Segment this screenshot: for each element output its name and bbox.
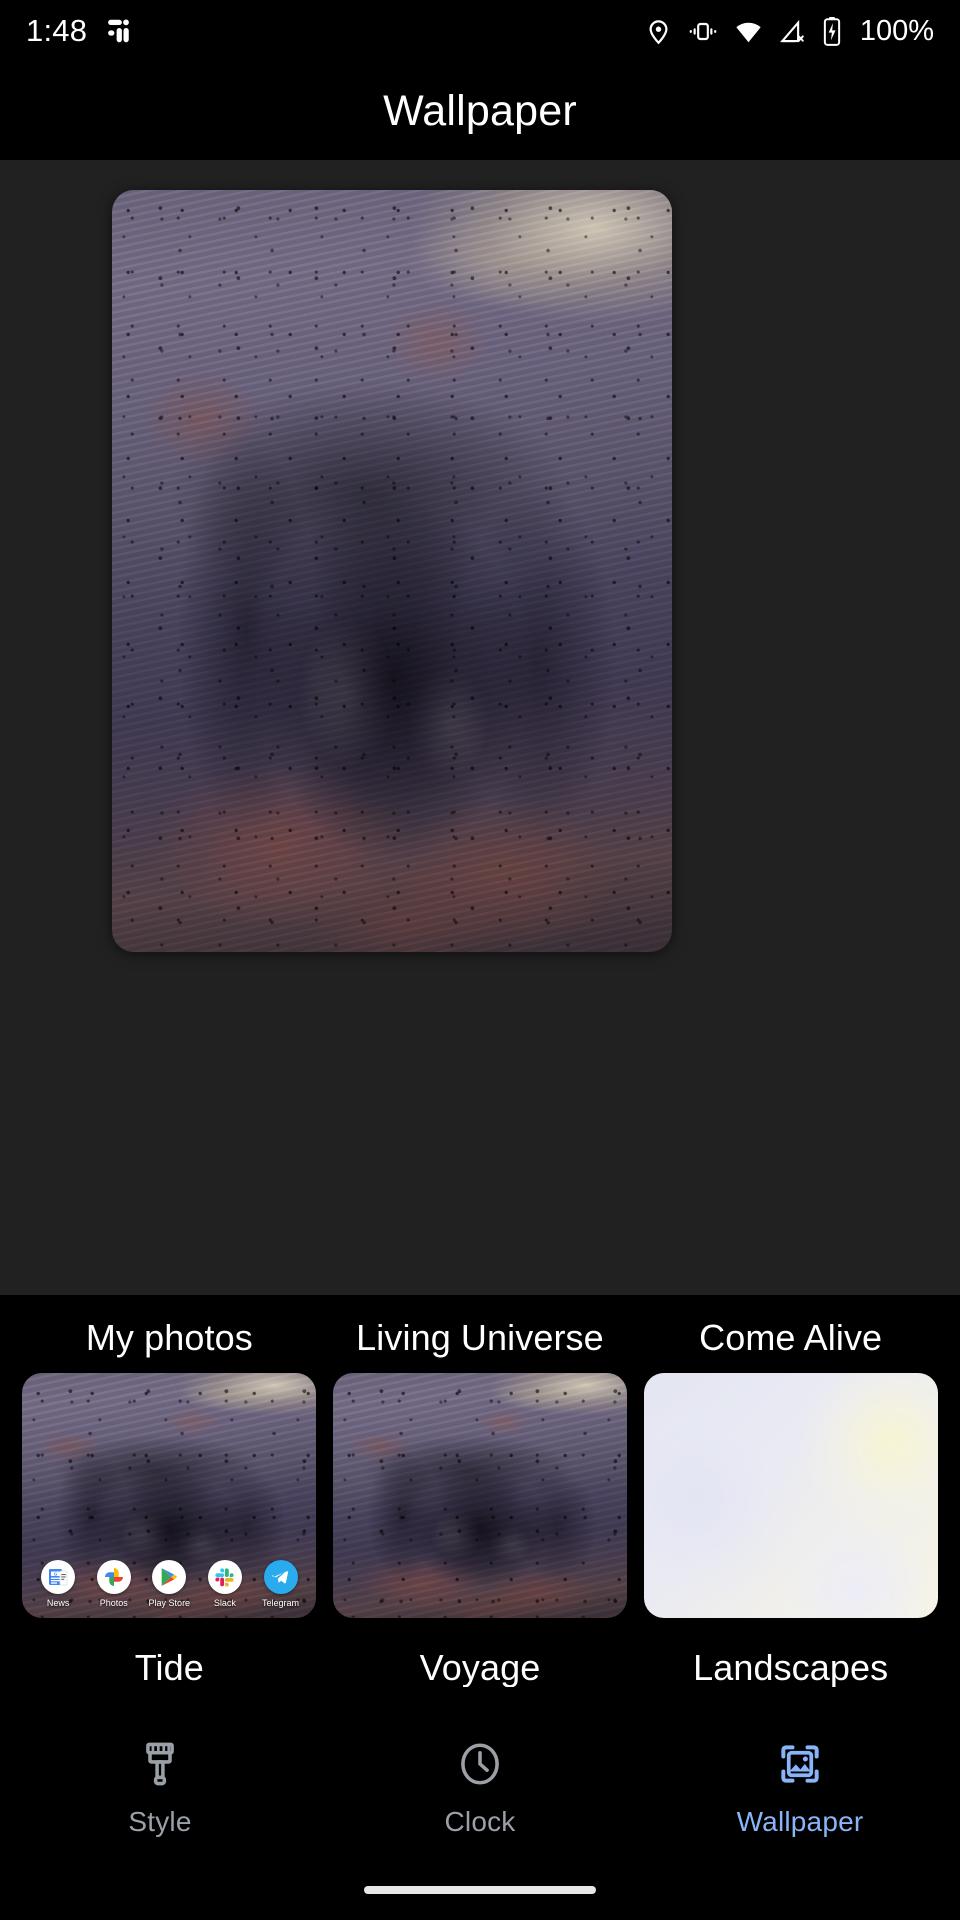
dock-app-label: Telegram (262, 1598, 299, 1608)
category-label-tide[interactable]: Tide (22, 1647, 317, 1687)
bottom-navigation-bar: Style Clock (0, 1718, 960, 1858)
category-label-voyage[interactable]: Voyage (333, 1647, 628, 1687)
dock-app-photos: Photos (90, 1560, 138, 1608)
nav-tab-label: Wallpaper (737, 1806, 864, 1838)
category-label: Come Alive (699, 1317, 882, 1359)
cellular-off-icon (779, 18, 806, 45)
category-living-universe[interactable]: Living Universe (333, 1317, 628, 1618)
status-bar: 1:48 (0, 0, 960, 62)
dock-app-label: News (47, 1598, 70, 1608)
wallpaper-frame-icon (775, 1739, 825, 1794)
nav-tab-label: Style (128, 1806, 191, 1838)
canyon-thumbnail-image (333, 1373, 627, 1618)
page-title: Wallpaper (383, 87, 577, 136)
dock-app-label: Slack (214, 1598, 236, 1608)
nav-tab-style[interactable]: Style (0, 1739, 320, 1838)
google-news-icon: G (41, 1560, 75, 1594)
paintbrush-icon (135, 1739, 185, 1794)
wifi-icon (734, 18, 763, 45)
category-label: Living Universe (356, 1317, 604, 1359)
dock-app-slack: Slack (201, 1560, 249, 1608)
location-pin-icon (645, 18, 672, 45)
category-thumbnail[interactable] (644, 1373, 938, 1618)
nav-tab-wallpaper[interactable]: Wallpaper (640, 1739, 960, 1838)
nav-tab-label: Clock (444, 1806, 515, 1838)
dock-app-label: Photos (100, 1598, 128, 1608)
category-grid-row-2: Tide Voyage Landscapes (0, 1647, 960, 1687)
dock-app-play-store: Play Store (145, 1560, 193, 1608)
pastel-gradient-thumbnail-image (644, 1373, 938, 1618)
wallpaper-preview-card[interactable] (112, 190, 672, 952)
dock-app-label: Play Store (149, 1598, 191, 1608)
home-screen-dock-preview: G News (22, 1560, 316, 1608)
svg-text:G: G (54, 1571, 58, 1576)
status-bar-left: 1:48 (26, 13, 135, 49)
category-come-alive[interactable]: Come Alive (643, 1317, 938, 1618)
wallpaper-preview-panel (0, 160, 960, 1295)
canyon-aerial-wallpaper-image (112, 190, 672, 952)
home-indicator[interactable] (364, 1886, 596, 1894)
nav-tab-clock[interactable]: Clock (320, 1739, 640, 1838)
dock-app-news: G News (34, 1560, 82, 1608)
google-fi-icon (105, 16, 135, 46)
category-label: My photos (86, 1317, 253, 1359)
wallpaper-picker-screen: 1:48 (0, 0, 960, 1920)
category-thumbnail[interactable] (333, 1373, 627, 1618)
status-bar-right: 100% (645, 15, 934, 48)
dock-app-telegram: Telegram (257, 1560, 305, 1608)
app-title-bar: Wallpaper (0, 62, 960, 160)
category-grid-row-1: My photos G (0, 1295, 960, 1618)
status-time: 1:48 (26, 13, 87, 49)
telegram-icon (264, 1560, 298, 1594)
play-store-icon (152, 1560, 186, 1594)
vibrate-icon (688, 18, 718, 45)
google-photos-icon (97, 1560, 131, 1594)
category-my-photos[interactable]: My photos G (22, 1317, 317, 1618)
battery-percent-label: 100% (860, 15, 934, 48)
battery-charging-icon (822, 17, 842, 46)
category-thumbnail[interactable]: G News (22, 1373, 316, 1618)
slack-icon (208, 1560, 242, 1594)
category-label-landscapes[interactable]: Landscapes (643, 1647, 938, 1687)
clock-icon (455, 1739, 505, 1794)
